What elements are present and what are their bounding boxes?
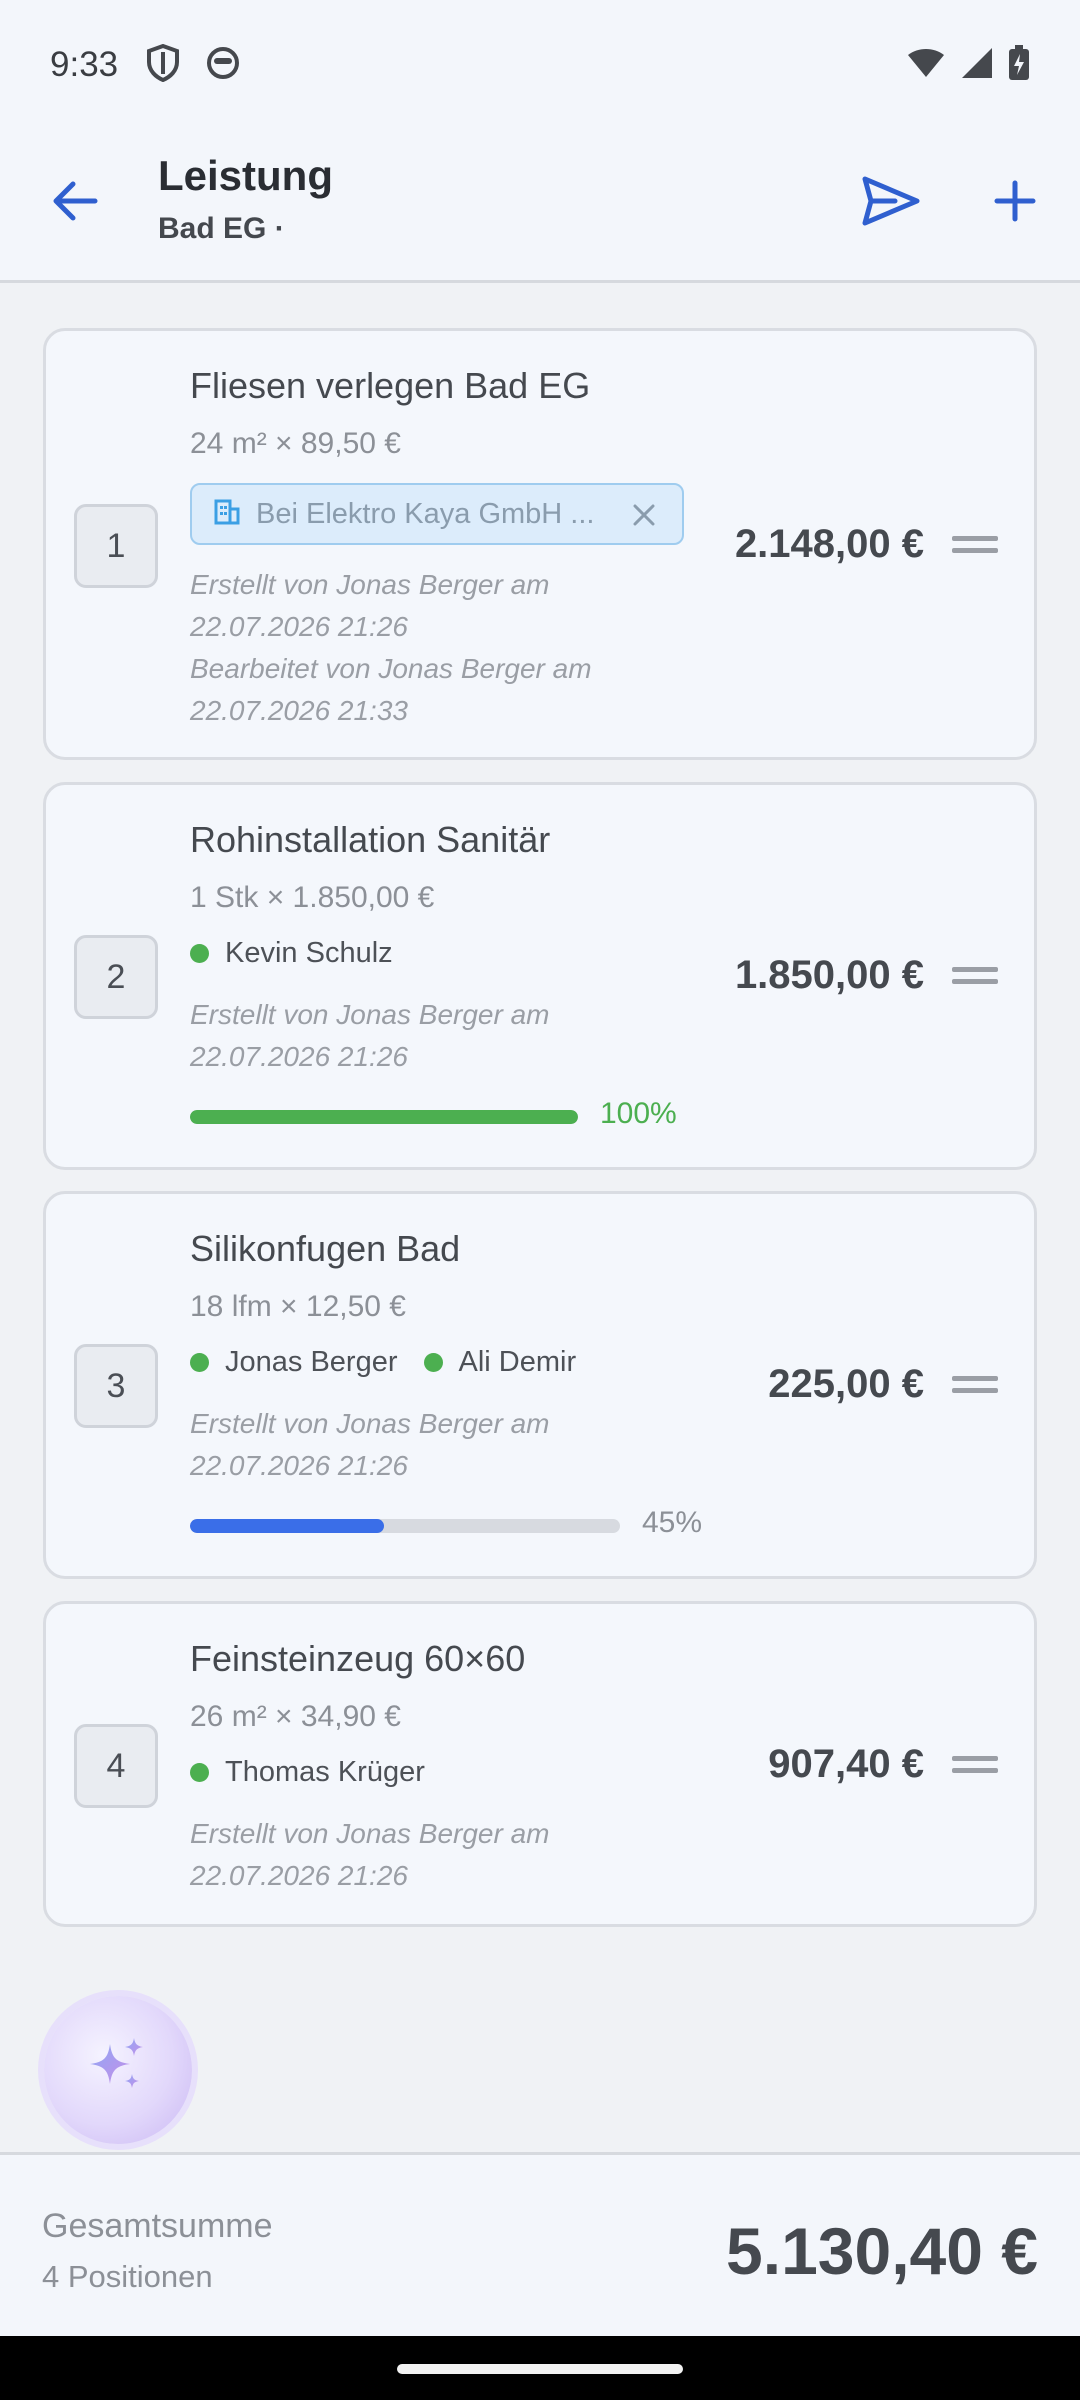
battery-charging-icon xyxy=(1008,44,1030,86)
position-meta: Erstellt von Jonas Berger am 22.07.2026 … xyxy=(190,999,550,1072)
status-dot xyxy=(190,944,209,963)
position-number: 3 xyxy=(74,1344,158,1428)
page-title: Leistung xyxy=(158,152,333,199)
drag-handle-icon[interactable] xyxy=(952,1374,998,1396)
assignee: Ali Demir xyxy=(423,1346,576,1379)
status-time: 9:33 xyxy=(50,45,119,84)
progress-fill xyxy=(190,1110,578,1124)
close-icon[interactable] xyxy=(630,501,658,529)
ai-assistant-button[interactable] xyxy=(44,1996,192,2144)
status-bar: 9:33 xyxy=(0,0,1080,130)
sparkle-icon xyxy=(80,2030,156,2111)
add-position-button[interactable] xyxy=(980,168,1050,238)
position-title: Rohinstallation Sanitär xyxy=(190,819,551,860)
assignee: Thomas Krüger xyxy=(190,1756,425,1789)
position-number: 1 xyxy=(74,504,158,588)
position-title: Fliesen verlegen Bad EG xyxy=(190,365,591,406)
position-quantity: 1 Stk × 1.850,00 € xyxy=(190,881,435,914)
signal-icon xyxy=(960,46,994,85)
position-quantity: 24 m² × 89,50 € xyxy=(190,427,401,460)
progress-fill xyxy=(190,1519,384,1533)
position-title: Feinsteinzeug 60×60 xyxy=(190,1638,526,1679)
progress-label: 45% xyxy=(642,1506,703,1539)
status-dot xyxy=(423,1353,443,1372)
app-bar: Leistung Bad EG · xyxy=(0,130,1080,283)
shield-icon xyxy=(146,43,180,87)
position-number: 4 xyxy=(74,1724,158,1808)
back-arrow-icon xyxy=(51,179,99,228)
position-title: Silikonfugen Bad xyxy=(190,1228,461,1269)
status-dot xyxy=(190,1353,209,1372)
drag-handle-icon[interactable] xyxy=(952,965,998,987)
page-subtitle: Bad EG · xyxy=(158,212,285,245)
assignee: Jonas Berger xyxy=(190,1346,398,1379)
progress-bar xyxy=(190,1110,578,1124)
position-meta: Erstellt von Jonas Berger am 22.07.2026 … xyxy=(190,1818,550,1891)
status-dot xyxy=(190,1763,209,1782)
building-icon xyxy=(214,499,240,530)
position-price: 2.148,00 € xyxy=(734,522,924,566)
total-label: Gesamtsumme xyxy=(42,2207,273,2245)
progress-label: 100% xyxy=(600,1097,677,1130)
position-price: 907,40 € xyxy=(768,1742,924,1786)
progress-bar xyxy=(190,1519,620,1533)
assignee: Kevin Schulz xyxy=(190,937,393,970)
company-chip-label: Bei Elektro Kaya GmbH ... xyxy=(256,497,595,530)
back-button[interactable] xyxy=(40,168,110,238)
position-meta: Erstellt von Jonas Berger am 22.07.2026 … xyxy=(190,1408,550,1481)
position-price: 225,00 € xyxy=(768,1362,924,1406)
positions-count: 4 Positionen xyxy=(42,2259,213,2294)
position-card[interactable]: 3 Silikonfugen Bad 18 lfm × 12,50 € Jona… xyxy=(43,1191,1037,1579)
position-price: 1.850,00 € xyxy=(734,953,924,997)
total-amount: 5.130,40 € xyxy=(726,2214,1038,2288)
wifi-icon xyxy=(906,47,946,84)
assignee-list: Thomas Krüger xyxy=(190,1756,425,1789)
plus-icon xyxy=(994,180,1036,227)
send-icon xyxy=(861,175,921,232)
position-card[interactable]: 2 Rohinstallation Sanitär 1 Stk × 1.850,… xyxy=(43,782,1037,1170)
assignee-list: Kevin Schulz xyxy=(190,937,393,970)
position-quantity: 18 lfm × 12,50 € xyxy=(190,1290,406,1323)
drag-handle-icon[interactable] xyxy=(952,1754,998,1776)
assignee-list: Jonas Berger Ali Demir xyxy=(190,1346,576,1379)
position-card[interactable]: 4 Feinsteinzeug 60×60 26 m² × 34,90 € Th… xyxy=(43,1601,1037,1927)
position-meta: Erstellt von Jonas Berger am 22.07.2026 … xyxy=(190,569,592,726)
system-nav-bar xyxy=(0,2336,1080,2400)
position-card[interactable]: 1 Fliesen verlegen Bad EG 24 m² × 89,50 … xyxy=(43,328,1037,760)
position-quantity: 26 m² × 34,90 € xyxy=(190,1700,401,1733)
drag-handle-icon[interactable] xyxy=(952,534,998,556)
send-button[interactable] xyxy=(855,168,927,238)
face-icon xyxy=(206,46,240,85)
total-footer: Gesamtsumme 4 Positionen 5.130,40 € xyxy=(0,2152,1080,2336)
home-gesture-handle[interactable] xyxy=(397,2364,683,2374)
position-number: 2 xyxy=(74,935,158,1019)
company-chip[interactable]: Bei Elektro Kaya GmbH ... xyxy=(190,483,684,545)
